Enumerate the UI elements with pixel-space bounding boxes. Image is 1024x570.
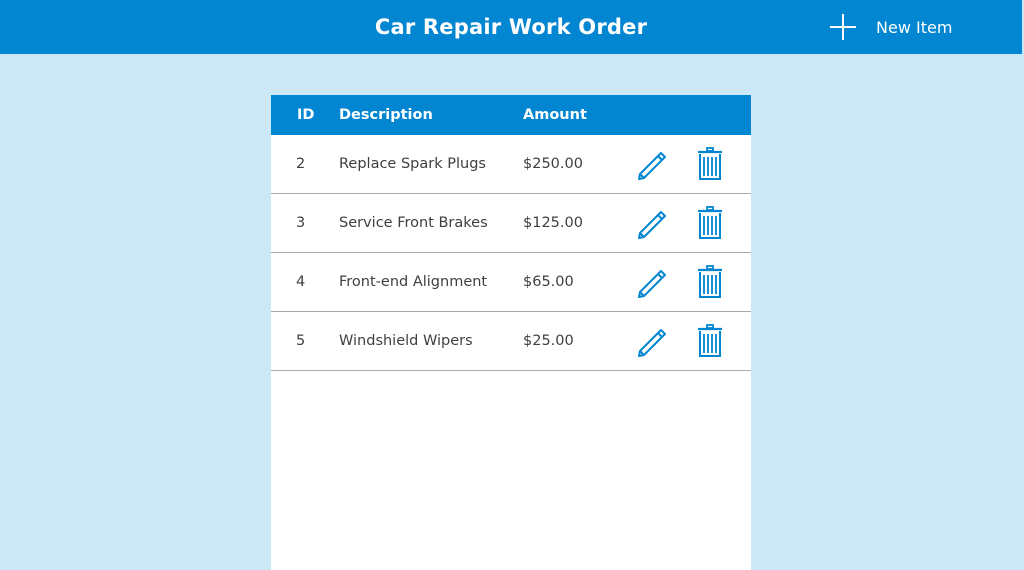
row-amount: $125.00: [523, 215, 583, 231]
trash-icon: [697, 324, 723, 358]
delete-button[interactable]: [693, 265, 727, 299]
row-id: 3: [296, 215, 306, 231]
pencil-icon: [635, 265, 669, 299]
table-row: 5 Windshield Wipers $25.00: [271, 312, 751, 371]
pencil-icon: [635, 324, 669, 358]
edit-button[interactable]: [635, 206, 669, 240]
row-amount: $65.00: [523, 274, 574, 290]
row-description: Front-end Alignment: [339, 274, 488, 290]
row-id: 4: [296, 274, 306, 290]
new-item-button[interactable]: New Item: [828, 10, 960, 44]
table-header: ID Description Amount: [271, 95, 751, 135]
row-description: Service Front Brakes: [339, 215, 488, 231]
row-id: 2: [296, 156, 306, 172]
table-body: 2 Replace Spark Plugs $250.00 3 Service …: [271, 135, 751, 371]
delete-button[interactable]: [693, 147, 727, 181]
column-header-id: ID: [297, 107, 315, 123]
delete-button[interactable]: [693, 324, 727, 358]
new-item-label: New Item: [876, 17, 953, 37]
plus-icon: [828, 12, 858, 42]
trash-icon: [697, 147, 723, 181]
edit-button[interactable]: [635, 265, 669, 299]
table-row: 4 Front-end Alignment $65.00: [271, 253, 751, 312]
pencil-icon: [635, 147, 669, 181]
row-amount: $250.00: [523, 156, 583, 172]
work-order-panel: ID Description Amount 2 Replace Spark Pl…: [271, 95, 751, 570]
table-row: 3 Service Front Brakes $125.00: [271, 194, 751, 253]
app-header: Car Repair Work Order New Item: [0, 0, 1022, 54]
edit-button[interactable]: [635, 324, 669, 358]
table-row: 2 Replace Spark Plugs $250.00: [271, 135, 751, 194]
row-id: 5: [296, 333, 306, 349]
delete-button[interactable]: [693, 206, 727, 240]
trash-icon: [697, 206, 723, 240]
column-header-amount: Amount: [523, 107, 587, 123]
trash-icon: [697, 265, 723, 299]
pencil-icon: [635, 206, 669, 240]
column-header-description: Description: [339, 107, 433, 123]
row-description: Replace Spark Plugs: [339, 156, 486, 172]
row-amount: $25.00: [523, 333, 574, 349]
row-description: Windshield Wipers: [339, 333, 473, 349]
edit-button[interactable]: [635, 147, 669, 181]
